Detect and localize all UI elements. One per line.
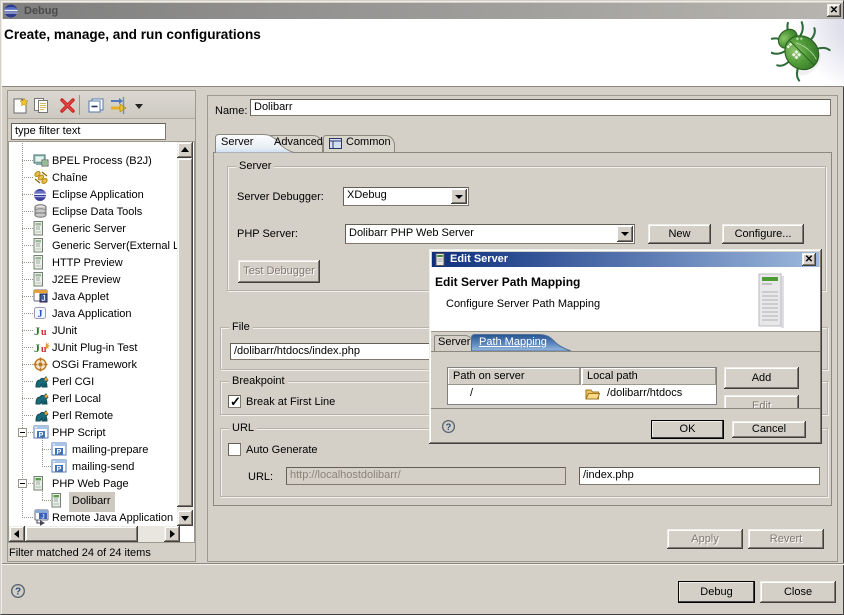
svg-text:J: J [38, 309, 43, 320]
svg-text:?: ? [446, 422, 452, 432]
svg-text:J: J [41, 514, 44, 521]
svg-text:P: P [39, 432, 44, 439]
svg-text:u: u [41, 327, 47, 338]
svg-text:P: P [57, 466, 62, 473]
svg-text:J: J [42, 294, 46, 303]
svg-text:P: P [57, 449, 62, 456]
svg-text:J: J [34, 341, 40, 355]
svg-text:?: ? [15, 587, 21, 598]
svg-text:J: J [34, 324, 40, 338]
